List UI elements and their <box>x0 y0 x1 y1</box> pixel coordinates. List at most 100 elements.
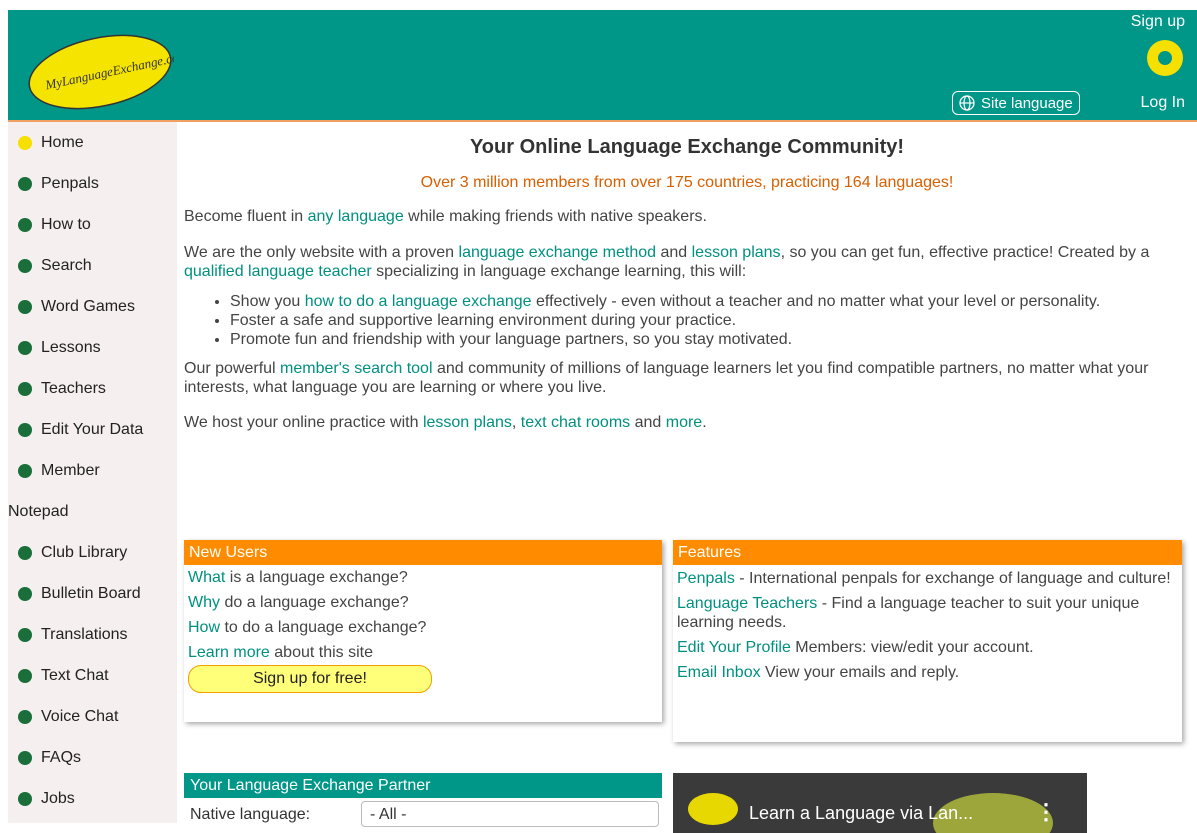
sidebar-item-label: How to <box>41 215 91 233</box>
bullet-icon <box>18 709 32 724</box>
why-link[interactable]: Why <box>188 594 220 611</box>
sidebar-item-translations[interactable]: Translations <box>8 614 177 655</box>
sidebar-item-text-chat[interactable]: Text Chat <box>8 655 177 696</box>
sidebar-item-label: Jobs <box>41 789 75 807</box>
sidebar-item-lessons[interactable]: Lessons <box>8 327 177 368</box>
bullet-icon <box>18 381 32 396</box>
member-search-link[interactable]: member's search tool <box>280 360 432 377</box>
hosting-paragraph: We host your online practice with lesson… <box>184 414 707 431</box>
features-box: Features Penpals - International penpals… <box>673 540 1182 742</box>
sidebar-item-label: Bulletin Board <box>41 584 141 602</box>
bullet-icon <box>18 176 32 191</box>
sidebar: Home Penpals How to Search Word Games Le… <box>8 122 177 823</box>
list-item: Learn more about this site <box>188 644 373 661</box>
sidebar-item-faqs[interactable]: FAQs <box>8 737 177 778</box>
benefits-list: Show you how to do a language exchange e… <box>184 292 1190 349</box>
sidebar-item-label: Edit Your Data <box>41 420 144 438</box>
list-item: Edit Your Profile Members: view/edit you… <box>677 639 1034 656</box>
bullet-icon <box>18 463 32 478</box>
sidebar-item-label: Word Games <box>41 297 135 315</box>
channel-logo-icon <box>688 793 738 825</box>
method-paragraph: We are the only website with a proven la… <box>184 244 1150 280</box>
sidebar-item-how-to[interactable]: How to <box>8 204 177 245</box>
sidebar-item-label: Home <box>41 133 84 151</box>
sidebar-item-label: Teachers <box>41 379 106 397</box>
native-language-label: Native language: <box>190 806 311 823</box>
qualified-teacher-link[interactable]: qualified language teacher <box>184 263 372 280</box>
bullet-icon <box>18 340 32 355</box>
sidebar-item-label: Penpals <box>41 174 99 192</box>
bullet-icon <box>18 750 32 765</box>
sidebar-item-label: Search <box>41 256 92 274</box>
sidebar-item-penpals[interactable]: Penpals <box>8 163 177 204</box>
sidebar-item-search[interactable]: Search <box>8 245 177 286</box>
sidebar-item-label: Text Chat <box>41 666 109 684</box>
sidebar-item-edit-your-data[interactable]: Edit Your Data <box>8 409 177 450</box>
what-link[interactable]: What <box>188 569 225 586</box>
features-title: Features <box>673 540 1182 565</box>
list-item: What is a language exchange? <box>188 569 408 586</box>
sidebar-item-label: Notepad <box>8 502 69 520</box>
language-teachers-link[interactable]: Language Teachers <box>677 595 817 612</box>
site-header: MyLanguageExchange.com Sign up Site lang… <box>8 10 1197 122</box>
user-avatar-icon[interactable] <box>1147 40 1183 76</box>
text-chat-rooms-link[interactable]: text chat rooms <box>521 414 630 431</box>
search-paragraph: Our powerful member's search tool and co… <box>184 360 1149 396</box>
list-item: Promote fun and friendship with your lan… <box>230 330 1190 349</box>
sidebar-item-home[interactable]: Home <box>8 122 177 163</box>
exchange-method-link[interactable]: language exchange method <box>459 244 657 261</box>
more-options-icon[interactable]: ⋮ <box>1035 799 1057 825</box>
learn-more-link[interactable]: Learn more <box>188 644 270 661</box>
bullet-icon <box>18 422 32 437</box>
bullet-icon <box>18 135 32 150</box>
main-content: Your Online Language Exchange Community!… <box>184 122 1190 432</box>
page-subtitle: Over 3 million members from over 175 cou… <box>420 174 954 191</box>
sidebar-item-club-library[interactable]: Club Library <box>8 532 177 573</box>
sidebar-item-member[interactable]: Member <box>8 450 177 491</box>
sidebar-item-bulletin-board[interactable]: Bulletin Board <box>8 573 177 614</box>
bullet-icon <box>18 791 32 806</box>
sidebar-item-voice-chat[interactable]: Voice Chat <box>8 696 177 737</box>
how-link[interactable]: How <box>188 619 220 636</box>
native-language-select[interactable]: - All - <box>361 801 659 827</box>
new-users-box: New Users What is a language exchange? W… <box>184 540 662 722</box>
page-title: Your Online Language Exchange Community! <box>469 136 905 158</box>
partner-title: Your Language Exchange Partner <box>184 773 662 798</box>
sidebar-item-label: Club Library <box>41 543 128 561</box>
new-users-title: New Users <box>184 540 662 565</box>
email-inbox-link[interactable]: Email Inbox <box>677 664 761 681</box>
list-item: Why do a language exchange? <box>188 594 409 611</box>
site-language-button[interactable]: Site language <box>952 91 1080 115</box>
native-language-value: - All - <box>370 806 407 823</box>
lesson-plans-link-2[interactable]: lesson plans <box>423 414 512 431</box>
edit-profile-link[interactable]: Edit Your Profile <box>677 639 791 656</box>
list-item: Show you how to do a language exchange e… <box>230 292 1190 311</box>
sidebar-item-notepad[interactable]: Notepad <box>8 491 177 532</box>
bullet-icon <box>18 586 32 601</box>
how-to-exchange-link[interactable]: how to do a language exchange <box>305 293 532 310</box>
sidebar-item-teachers[interactable]: Teachers <box>8 368 177 409</box>
any-language-link[interactable]: any language <box>308 208 404 225</box>
site-logo[interactable]: MyLanguageExchange.com <box>26 32 189 112</box>
bullet-icon <box>18 299 32 314</box>
sidebar-item-jobs[interactable]: Jobs <box>8 778 177 819</box>
login-link[interactable]: Log In <box>1141 94 1185 112</box>
more-link[interactable]: more <box>666 414 702 431</box>
list-item: Language Teachers - Find a language teac… <box>677 595 1140 631</box>
intro-paragraph: Become fluent in any language while maki… <box>184 208 707 225</box>
sidebar-item-word-games[interactable]: Word Games <box>8 286 177 327</box>
partner-search-box: Your Language Exchange Partner Native la… <box>184 773 662 833</box>
signup-free-button[interactable]: Sign up for free! <box>188 665 432 693</box>
globe-icon <box>959 95 975 111</box>
sidebar-item-label: FAQs <box>41 748 82 766</box>
lesson-plans-link[interactable]: lesson plans <box>692 244 781 261</box>
signup-link[interactable]: Sign up <box>1131 13 1185 31</box>
list-item: Foster a safe and supportive learning en… <box>230 311 1190 330</box>
bullet-icon <box>18 545 32 560</box>
bullet-icon <box>18 258 32 273</box>
video-embed[interactable]: Learn a Language via Lan... ⋮ <box>673 773 1087 833</box>
penpals-link[interactable]: Penpals <box>677 570 735 587</box>
sidebar-item-label: Translations <box>41 625 128 643</box>
list-item: Email Inbox View your emails and reply. <box>677 664 960 681</box>
list-item: How to do a language exchange? <box>188 619 427 636</box>
